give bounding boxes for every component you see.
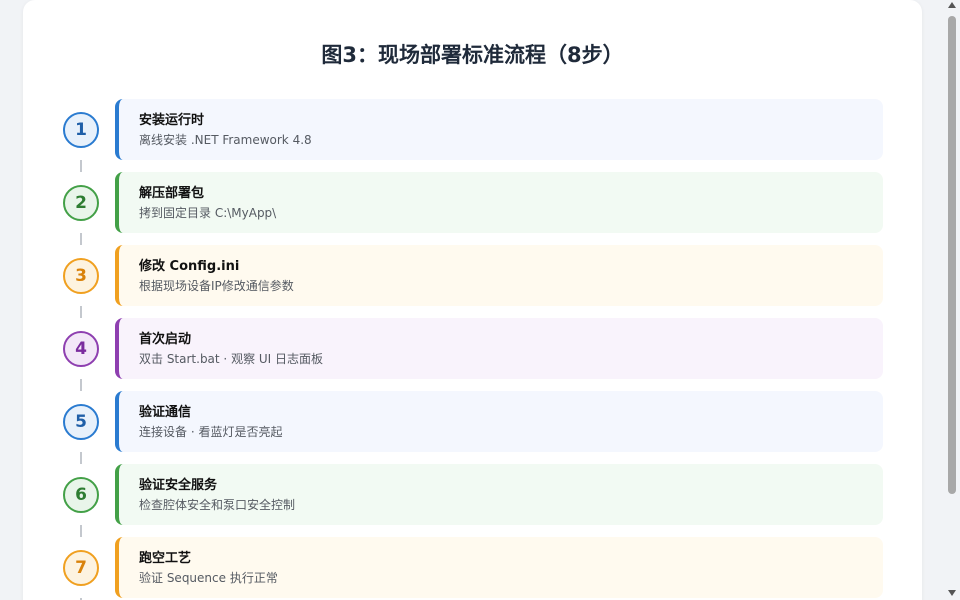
step-item-1: 1 安装运行时 离线安装 .NET Framework 4.8 bbox=[23, 99, 922, 172]
step-title: 解压部署包 bbox=[139, 186, 205, 201]
step-number-badge: 5 bbox=[63, 404, 99, 440]
step-number-badge: 4 bbox=[63, 331, 99, 367]
step-number-badge: 1 bbox=[63, 112, 99, 148]
step-connector bbox=[80, 233, 82, 245]
step-item-7: 7 跑空工艺 验证 Sequence 执行正常 bbox=[23, 537, 922, 600]
step-item-3: 3 修改 Config.ini 根据现场设备IP修改通信参数 bbox=[23, 245, 922, 318]
content-card: 图3：现场部署标准流程（8步） 1 安装运行时 离线安装 .NET Framew… bbox=[23, 0, 922, 600]
step-connector bbox=[80, 452, 82, 464]
step-card: 解压部署包 拷到固定目录 C:\MyApp\ bbox=[115, 172, 883, 233]
scrollbar-thumb[interactable] bbox=[948, 16, 956, 494]
page-title: 图3：现场部署标准流程（8步） bbox=[321, 43, 624, 67]
step-card: 验证通信 连接设备 · 看蓝灯是否亮起 bbox=[115, 391, 883, 452]
step-number-badge: 3 bbox=[63, 258, 99, 294]
scroll-down-arrow-icon[interactable] bbox=[948, 590, 956, 596]
step-card: 首次启动 双击 Start.bat · 观察 UI 日志面板 bbox=[115, 318, 883, 379]
scroll-up-arrow-icon[interactable] bbox=[948, 2, 956, 8]
step-item-4: 4 首次启动 双击 Start.bat · 观察 UI 日志面板 bbox=[23, 318, 922, 391]
step-description: 双击 Start.bat · 观察 UI 日志面板 bbox=[139, 352, 324, 366]
step-connector bbox=[80, 379, 82, 391]
step-title: 修改 Config.ini bbox=[139, 259, 240, 274]
step-description: 根据现场设备IP修改通信参数 bbox=[139, 279, 294, 293]
page: 图3：现场部署标准流程（8步） 1 安装运行时 离线安装 .NET Framew… bbox=[0, 0, 960, 600]
step-connector bbox=[80, 160, 82, 172]
step-item-6: 6 验证安全服务 检查腔体安全和泵口安全控制 bbox=[23, 464, 922, 537]
step-description: 检查腔体安全和泵口安全控制 bbox=[139, 498, 296, 512]
step-title: 验证通信 bbox=[139, 405, 192, 420]
step-number-badge: 6 bbox=[63, 477, 99, 513]
step-title: 首次启动 bbox=[139, 332, 192, 347]
step-card: 验证安全服务 检查腔体安全和泵口安全控制 bbox=[115, 464, 883, 525]
step-title: 验证安全服务 bbox=[139, 478, 218, 493]
step-number-badge: 2 bbox=[63, 185, 99, 221]
vertical-scrollbar[interactable] bbox=[944, 0, 960, 600]
step-title: 安装运行时 bbox=[139, 113, 205, 128]
step-title: 跑空工艺 bbox=[139, 551, 192, 566]
step-card: 安装运行时 离线安装 .NET Framework 4.8 bbox=[115, 99, 883, 160]
step-card: 跑空工艺 验证 Sequence 执行正常 bbox=[115, 537, 883, 598]
step-connector bbox=[80, 525, 82, 537]
step-description: 连接设备 · 看蓝灯是否亮起 bbox=[139, 425, 283, 439]
step-item-2: 2 解压部署包 拷到固定目录 C:\MyApp\ bbox=[23, 172, 922, 245]
step-number-badge: 7 bbox=[63, 550, 99, 586]
step-card: 修改 Config.ini 根据现场设备IP修改通信参数 bbox=[115, 245, 883, 306]
step-description: 验证 Sequence 执行正常 bbox=[139, 571, 278, 585]
step-item-5: 5 验证通信 连接设备 · 看蓝灯是否亮起 bbox=[23, 391, 922, 464]
step-description: 拷到固定目录 C:\MyApp\ bbox=[139, 206, 277, 220]
step-description: 离线安装 .NET Framework 4.8 bbox=[139, 133, 312, 147]
step-connector bbox=[80, 306, 82, 318]
